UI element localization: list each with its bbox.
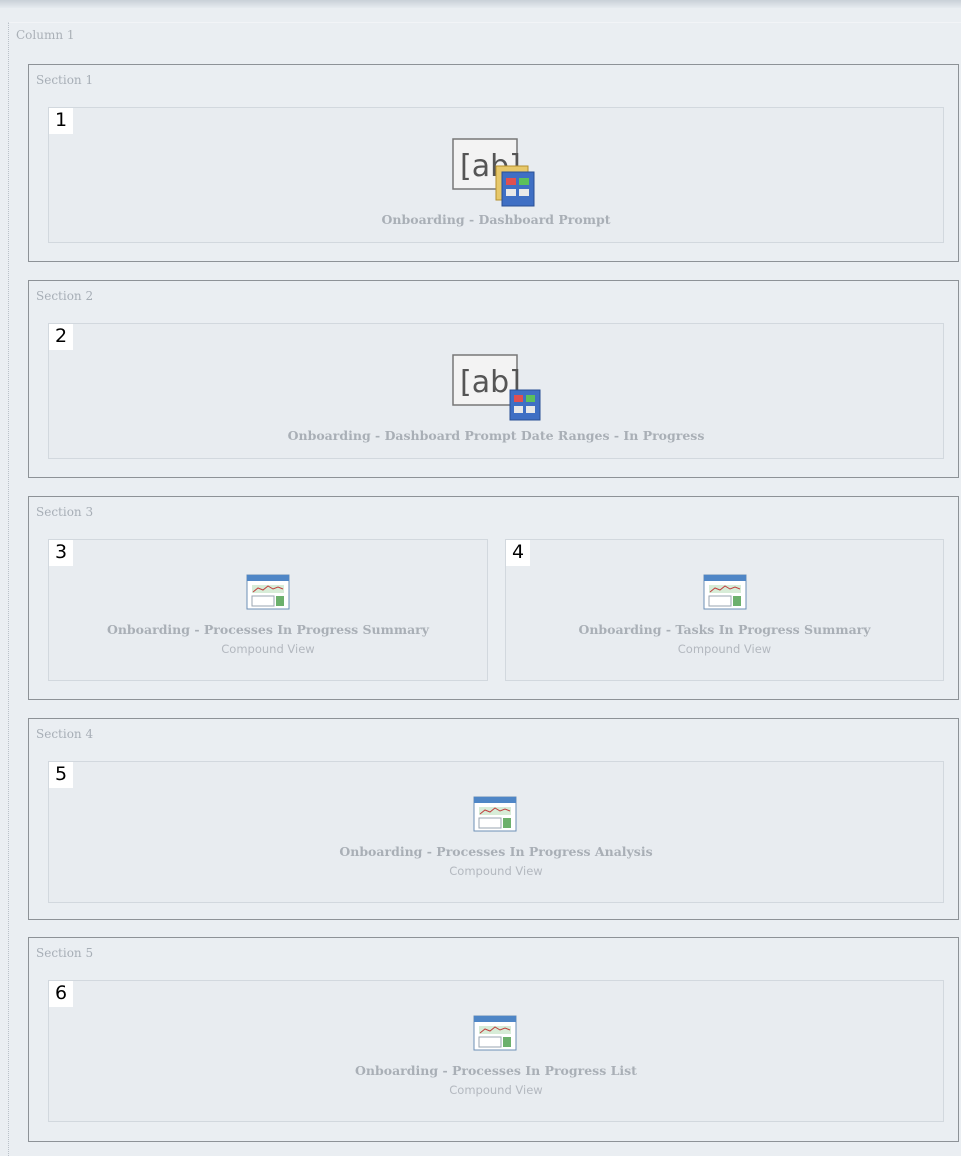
view-number: 3 [49, 540, 73, 566]
view-subtitle: Compound View [449, 1083, 543, 1097]
view-dashboard-prompt[interactable]: 1 [ab] Onboarding - Dashboard Prompt [48, 107, 944, 243]
section-5[interactable]: Section 5 6 Onboarding - Processes In Pr… [28, 937, 959, 1142]
compound-view-icon [473, 796, 517, 832]
view-title: Onboarding - Processes In Progress Summa… [106, 622, 430, 637]
view-title: Onboarding - Dashboard Prompt Date Range… [287, 428, 705, 443]
section-4[interactable]: Section 4 5 Onboarding - Processes In Pr… [28, 718, 959, 920]
view-number: 4 [506, 540, 530, 566]
compound-view-icon [703, 574, 747, 610]
view-subtitle: Compound View [677, 642, 772, 656]
view-title: Onboarding - Dashboard Prompt [381, 212, 611, 227]
view-title: Onboarding - Processes In Progress Analy… [339, 844, 653, 859]
section-title: Section 3 [36, 505, 94, 519]
view-number: 1 [49, 108, 73, 134]
view-dashboard-prompt-date-ranges[interactable]: 2 [ab] Onboarding - Dashboard Prompt Dat… [48, 323, 944, 459]
section-title: Section 2 [36, 289, 94, 303]
view-processes-analysis[interactable]: 5 Onboarding - Processes In Progress Ana… [48, 761, 944, 903]
dashboard-prompt-icon: [ab] [452, 354, 541, 421]
dashboard-prompt-icon: [ab] [452, 138, 535, 207]
view-number: 2 [49, 324, 73, 350]
view-number: 6 [49, 981, 73, 1007]
section-title: Section 1 [36, 73, 94, 87]
view-processes-summary[interactable]: 3 Onboarding - Processes In Progress Sum… [48, 539, 488, 681]
top-bar [0, 0, 961, 8]
section-3[interactable]: Section 3 3 Onboarding - Processes In Pr… [28, 496, 959, 700]
section-1[interactable]: Section 1 1 [ab] Onboarding - Dashboard … [28, 64, 959, 262]
view-title: Onboarding - Tasks In Progress Summary [578, 622, 871, 637]
view-tasks-summary[interactable]: 4 Onboarding - Tasks In Progress Summary… [505, 539, 944, 681]
column-title: Column 1 [16, 28, 75, 42]
section-title: Section 4 [36, 727, 94, 741]
view-subtitle: Compound View [221, 642, 315, 656]
view-subtitle: Compound View [449, 864, 543, 878]
view-processes-list[interactable]: 6 Onboarding - Processes In Progress Lis… [48, 980, 944, 1122]
section-2[interactable]: Section 2 2 [ab] Onboarding - Dashboard … [28, 280, 959, 478]
section-title: Section 5 [36, 946, 94, 960]
view-title: Onboarding - Processes In Progress List [355, 1063, 637, 1078]
compound-view-icon [246, 574, 290, 610]
compound-view-icon [473, 1015, 517, 1051]
view-number: 5 [49, 762, 73, 788]
